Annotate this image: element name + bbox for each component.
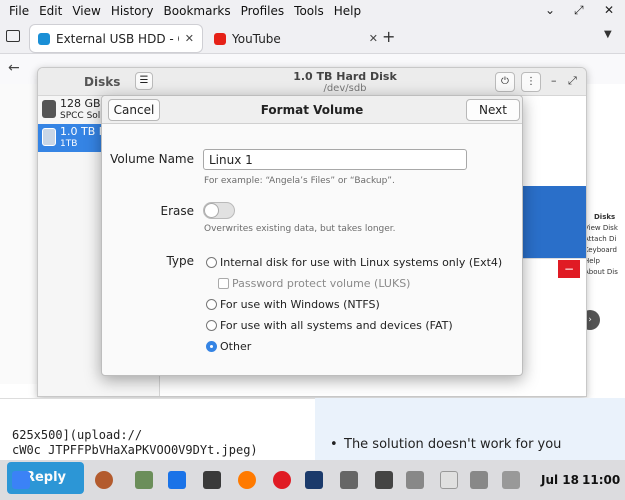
volume-name-hint: For example: “Angela’s Files” or “Backup… <box>204 176 395 186</box>
download-icon[interactable] <box>273 471 291 489</box>
brave-icon[interactable] <box>95 471 113 489</box>
dialog-title: Format Volume <box>260 103 364 117</box>
page-background <box>0 84 38 384</box>
luks-checkbox <box>218 277 229 289</box>
disks-app-icon[interactable] <box>340 471 358 489</box>
files-icon[interactable] <box>135 471 153 489</box>
disks-sidebar-header: Disks ☰ <box>38 68 160 96</box>
volume-name-input[interactable] <box>203 149 467 170</box>
tab-bar: External USB HDD - Gener ✕ YouTube ✕ <box>0 22 625 54</box>
type-option-ntfs[interactable]: For use with Windows (NTFS) <box>206 296 380 312</box>
side-link[interactable]: View Disk <box>584 223 625 234</box>
bullet-item: The solution doesn't work for you <box>330 437 561 452</box>
toggle-knob <box>204 203 219 218</box>
tab-external-usb-hdd[interactable]: External USB HDD - Gener ✕ <box>30 25 202 52</box>
option-label: For use with Windows (NTFS) <box>220 297 380 311</box>
side-link[interactable]: Attach Di <box>584 234 625 245</box>
close-icon[interactable]: ✕ <box>586 74 587 87</box>
menu-file[interactable]: File <box>4 4 34 18</box>
back-arrow-icon[interactable]: ← <box>8 60 20 76</box>
type-option-ext4[interactable]: Internal disk for use with Linux systems… <box>206 254 502 270</box>
luks-checkbox-row: Password protect volume (LUKS) <box>218 275 410 291</box>
option-label: Internal disk for use with Linux systems… <box>220 255 503 269</box>
terminal-icon[interactable] <box>375 471 393 489</box>
disks-title: Disks <box>84 75 121 89</box>
maximize-icon[interactable]: ⤢ <box>568 74 577 88</box>
minimize-icon[interactable]: – <box>551 74 557 87</box>
side-link[interactable]: Help <box>584 256 625 267</box>
firefox-icon[interactable] <box>238 471 256 489</box>
app-launcher-icon[interactable] <box>12 471 30 489</box>
disks-main-header: 1.0 TB Hard Disk /dev/sdb ⏻ ⋮ – ⤢ ✕ <box>160 68 587 96</box>
side-link[interactable]: About Dis <box>584 267 625 278</box>
menu-history[interactable]: History <box>106 4 159 18</box>
forum-favicon-icon <box>38 32 50 45</box>
dialog-header: Cancel Format Volume Next <box>102 96 522 124</box>
minimize-icon[interactable]: ⌄ <box>545 3 555 17</box>
tab-close-icon[interactable]: ✕ <box>185 32 194 45</box>
power-icon[interactable]: ⏻ <box>495 72 515 92</box>
menu-tools[interactable]: Tools <box>289 4 329 18</box>
store-icon[interactable] <box>168 471 186 489</box>
side-heading: Disks <box>594 213 616 221</box>
delete-partition-minus-icon[interactable]: − <box>558 260 580 278</box>
disk-title: 1.0 TB Hard Disk <box>293 70 397 83</box>
tab-youtube[interactable]: YouTube ✕ <box>206 25 386 52</box>
side-link[interactable]: Keyboard <box>584 245 625 256</box>
menu-profiles[interactable]: Profiles <box>236 4 290 18</box>
new-tab-plus-icon[interactable]: + <box>382 27 395 46</box>
option-label: Other <box>220 339 252 353</box>
type-option-fat[interactable]: For use with all systems and devices (FA… <box>206 317 453 333</box>
disk-subtitle: 1TB <box>60 139 78 149</box>
editor-text[interactable]: 625x500](upload:// cW0c JTPFFPbVHaXaPKVO… <box>12 428 307 460</box>
menu-view[interactable]: View <box>67 4 105 18</box>
erase-toggle[interactable] <box>203 202 235 219</box>
option-label: For use with all systems and devices (FA… <box>220 318 453 332</box>
luks-label: Password protect volume (LUKS) <box>232 276 411 290</box>
type-option-other[interactable]: Other <box>206 338 251 354</box>
usb-drive-icon <box>42 128 56 146</box>
save-icon[interactable] <box>305 471 323 489</box>
tab-title: YouTube <box>232 31 281 46</box>
chat-icon[interactable] <box>440 471 458 489</box>
erase-hint: Overwrites existing data, but takes long… <box>204 224 396 234</box>
close-icon[interactable]: ✕ <box>604 3 614 17</box>
kebab-menu-icon[interactable]: ⋮ <box>521 72 541 92</box>
radio-button[interactable] <box>206 298 217 310</box>
menu-edit[interactable]: Edit <box>34 4 67 18</box>
settings-icon[interactable] <box>470 471 488 489</box>
format-volume-dialog: Cancel Format Volume Next Volume Name Fo… <box>101 95 523 376</box>
calculator-icon[interactable] <box>203 471 221 489</box>
disk-device-path: /dev/sdb <box>323 83 367 94</box>
tab-title: External USB HDD - Gener <box>56 31 179 46</box>
tab-list-icon[interactable] <box>6 30 20 42</box>
page-sidebar-fragment: Disks View Disk Attach Di Keyboard Help … <box>584 212 625 292</box>
radio-button[interactable] <box>206 256 217 268</box>
youtube-favicon-icon <box>214 32 226 45</box>
hamburger-menu-icon[interactable]: ☰ <box>135 72 153 90</box>
network-icon[interactable] <box>502 471 520 489</box>
volume-name-label: Volume Name <box>110 152 194 166</box>
erase-label: Erase <box>160 204 194 218</box>
tray-icon[interactable] <box>406 471 424 489</box>
browser-menubar: File Edit View History Bookmarks Profile… <box>0 0 625 22</box>
menu-bookmarks[interactable]: Bookmarks <box>159 4 236 18</box>
radio-button-selected[interactable] <box>206 340 217 352</box>
menu-help[interactable]: Help <box>329 4 366 18</box>
restore-icon[interactable]: ⤢ <box>574 3 584 18</box>
next-button[interactable]: Next <box>466 99 520 121</box>
type-label: Type <box>166 254 194 268</box>
ssd-icon <box>42 100 56 118</box>
tab-close-icon[interactable]: ✕ <box>369 32 378 45</box>
radio-button[interactable] <box>206 319 217 331</box>
taskbar-date[interactable]: Jul 18 <box>541 473 579 487</box>
taskbar-time[interactable]: 11:00 <box>582 473 620 487</box>
tab-overflow-chevron-icon[interactable]: ▼ <box>604 29 612 40</box>
dialog-body: Volume Name For example: “Angela’s Files… <box>102 124 522 375</box>
